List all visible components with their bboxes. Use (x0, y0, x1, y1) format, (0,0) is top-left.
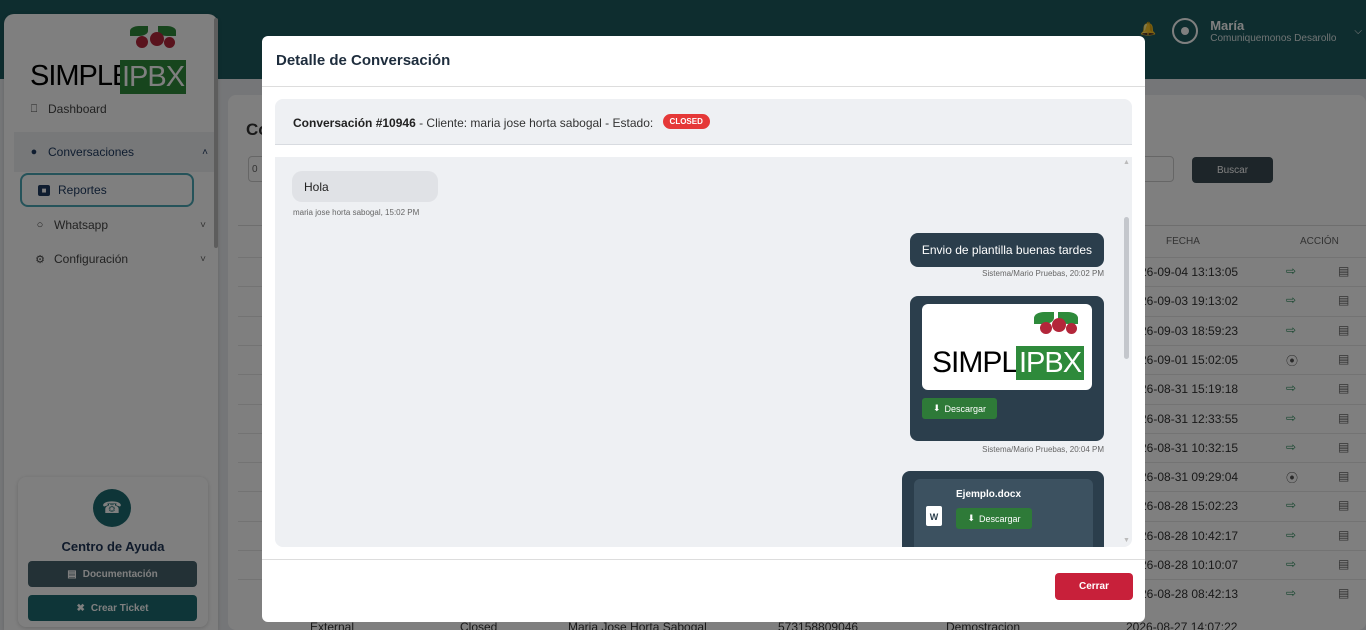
attached-image[interactable]: SIMPLE IPBX (922, 304, 1092, 390)
download-label: Descargar (944, 403, 987, 414)
download-icon: ⬇ (932, 403, 941, 413)
chat-scrollbar[interactable] (1124, 217, 1129, 359)
modal-title: Detalle de Conversación (276, 52, 451, 69)
close-button[interactable]: Cerrar (1055, 573, 1133, 600)
incoming-message: Hola (292, 171, 438, 202)
file-attachment: Ejemplo.docx W ⬇ Descargar (914, 479, 1093, 547)
download-button[interactable]: ⬇ Descargar (956, 508, 1032, 529)
message-meta: Sistema/Mario Pruebas, 20:04 PM (982, 445, 1104, 454)
status-badge: CLOSED (662, 114, 710, 129)
message-meta: Sistema/Mario Pruebas, 20:02 PM (982, 269, 1104, 278)
file-name: Ejemplo.docx (956, 489, 1022, 500)
conversation-detail-modal: Detalle de Conversación Conversación #10… (262, 36, 1145, 622)
divider (262, 559, 1145, 560)
image-logo-box: IPBX (1016, 346, 1084, 380)
scroll-up-icon[interactable]: ▲ (1123, 159, 1130, 166)
message-meta: maria jose horta sabogal, 15:02 PM (293, 208, 420, 217)
outgoing-file-message: Ejemplo.docx W ⬇ Descargar (902, 471, 1104, 547)
download-button[interactable]: ⬇ Descargar (922, 398, 997, 419)
logo-berry-1 (1040, 322, 1052, 334)
divider (262, 86, 1145, 87)
conversation-detail: - Cliente: maria jose horta sabogal - Es… (415, 116, 657, 130)
download-icon: ⬇ (967, 513, 976, 523)
outgoing-message: Envio de plantilla buenas tardes (909, 233, 1104, 267)
download-label: Descargar (979, 513, 1021, 524)
chat-area[interactable]: ▲ ▼ Hola maria jose horta sabogal, 15:02… (275, 157, 1132, 547)
outgoing-image-message: SIMPLE IPBX ⬇ Descargar (910, 296, 1104, 441)
scroll-down-icon[interactable]: ▼ (1123, 537, 1130, 544)
logo-berry-2 (1052, 318, 1066, 332)
word-file-icon: W (926, 506, 942, 526)
conversation-header: Conversación #10946 - Cliente: maria jos… (275, 99, 1132, 145)
conversation-number: Conversación #10946 (293, 116, 416, 130)
logo-berry-3 (1066, 323, 1077, 334)
